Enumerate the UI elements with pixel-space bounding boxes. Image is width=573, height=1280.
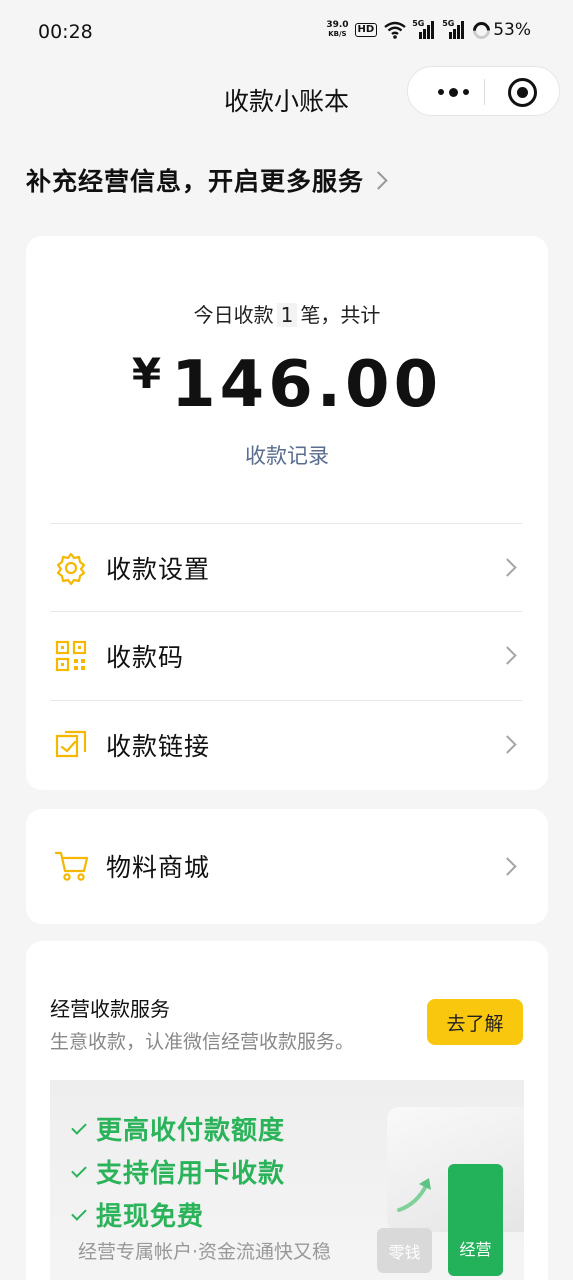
check-icon [71, 1204, 87, 1221]
hd-icon: HD [354, 23, 378, 37]
wifi-icon [384, 21, 406, 39]
gear-icon [54, 551, 88, 585]
menu-item-payment-link[interactable]: 收款链接 [50, 700, 522, 788]
feature-item: 支持信用卡收款 [71, 1153, 285, 1190]
menu-item-materials-shop[interactable]: 物料商城 [50, 822, 522, 910]
qr-code-icon [54, 639, 88, 673]
promo-link[interactable]: 补充经营信息，开启更多服务 [26, 162, 388, 198]
feature-item: 提现免费 [71, 1196, 204, 1233]
service-subtitle: 生意收款，认准微信经营收款服务。 [50, 1031, 355, 1053]
currency-symbol: ¥ [131, 349, 162, 398]
business-balance-bar: 经营 [448, 1164, 503, 1276]
chevron-right-icon [498, 646, 517, 665]
menu-item-label: 物料商城 [106, 853, 211, 882]
chevron-right-icon [498, 856, 517, 876]
cart-icon [54, 849, 89, 883]
status-bar: 00:28 39.0 KB/S HD 5G 5G 53% [0, 0, 573, 66]
learn-more-button[interactable]: 去了解 [427, 999, 523, 1045]
check-icon [71, 1161, 87, 1178]
panel-footer-text: 经营专属帐户·资金流通快又稳 [78, 1241, 332, 1263]
promo-text: 补充经营信息，开启更多服务 [26, 167, 365, 196]
payment-records-link[interactable]: 收款记录 [26, 440, 548, 470]
menu-item-payment-code[interactable]: 收款码 [50, 611, 522, 699]
change-balance-bar: 零钱 [377, 1228, 432, 1273]
summary-card: 今日收款 1 笔，共计 ¥146.00 收款记录 收款设置 收款码 收款链接 [26, 236, 548, 790]
battery-percent: 53% [493, 20, 531, 40]
check-icon [71, 1118, 87, 1135]
materials-shop-card: 物料商城 [26, 809, 548, 924]
battery-icon [469, 17, 494, 43]
feature-item: 更高收付款额度 [71, 1110, 285, 1147]
arrow-up-icon [397, 1178, 431, 1212]
service-feature-panel: 更高收付款额度 支持信用卡收款 提现免费 经营专属帐户·资金流通快又稳 零钱 经… [50, 1080, 524, 1280]
chevron-right-icon [498, 735, 517, 754]
business-service-card: 经营收款服务 生意收款，认准微信经营收款服务。 去了解 更高收付款额度 支持信用… [26, 941, 548, 1280]
menu-item-label: 收款链接 [106, 731, 211, 761]
mini-program-capsule [407, 66, 560, 116]
signal-icon-sim2: 5G [442, 19, 467, 39]
status-icons: 39.0 KB/S HD 5G 5G 53% [326, 17, 531, 43]
more-menu-icon[interactable] [428, 80, 478, 104]
total-amount: ¥146.00 [26, 348, 548, 422]
link-icon [54, 728, 88, 762]
close-icon[interactable] [508, 78, 537, 107]
menu-item-payment-settings[interactable]: 收款设置 [50, 523, 522, 611]
amount-value: 146.00 [171, 348, 443, 422]
today-summary: 今日收款 1 笔，共计 [193, 303, 381, 327]
payment-count: 1 [276, 303, 298, 327]
service-title: 经营收款服务 [50, 997, 170, 1021]
chevron-right-icon [498, 558, 517, 577]
capsule-divider [484, 79, 485, 105]
signal-icon-sim1: 5G [412, 19, 437, 39]
chevron-right-icon [369, 170, 388, 190]
menu-item-label: 收款码 [106, 642, 185, 672]
network-speed: 39.0 KB/S [326, 20, 349, 39]
status-time: 00:28 [38, 21, 93, 43]
menu-item-label: 收款设置 [106, 554, 211, 584]
